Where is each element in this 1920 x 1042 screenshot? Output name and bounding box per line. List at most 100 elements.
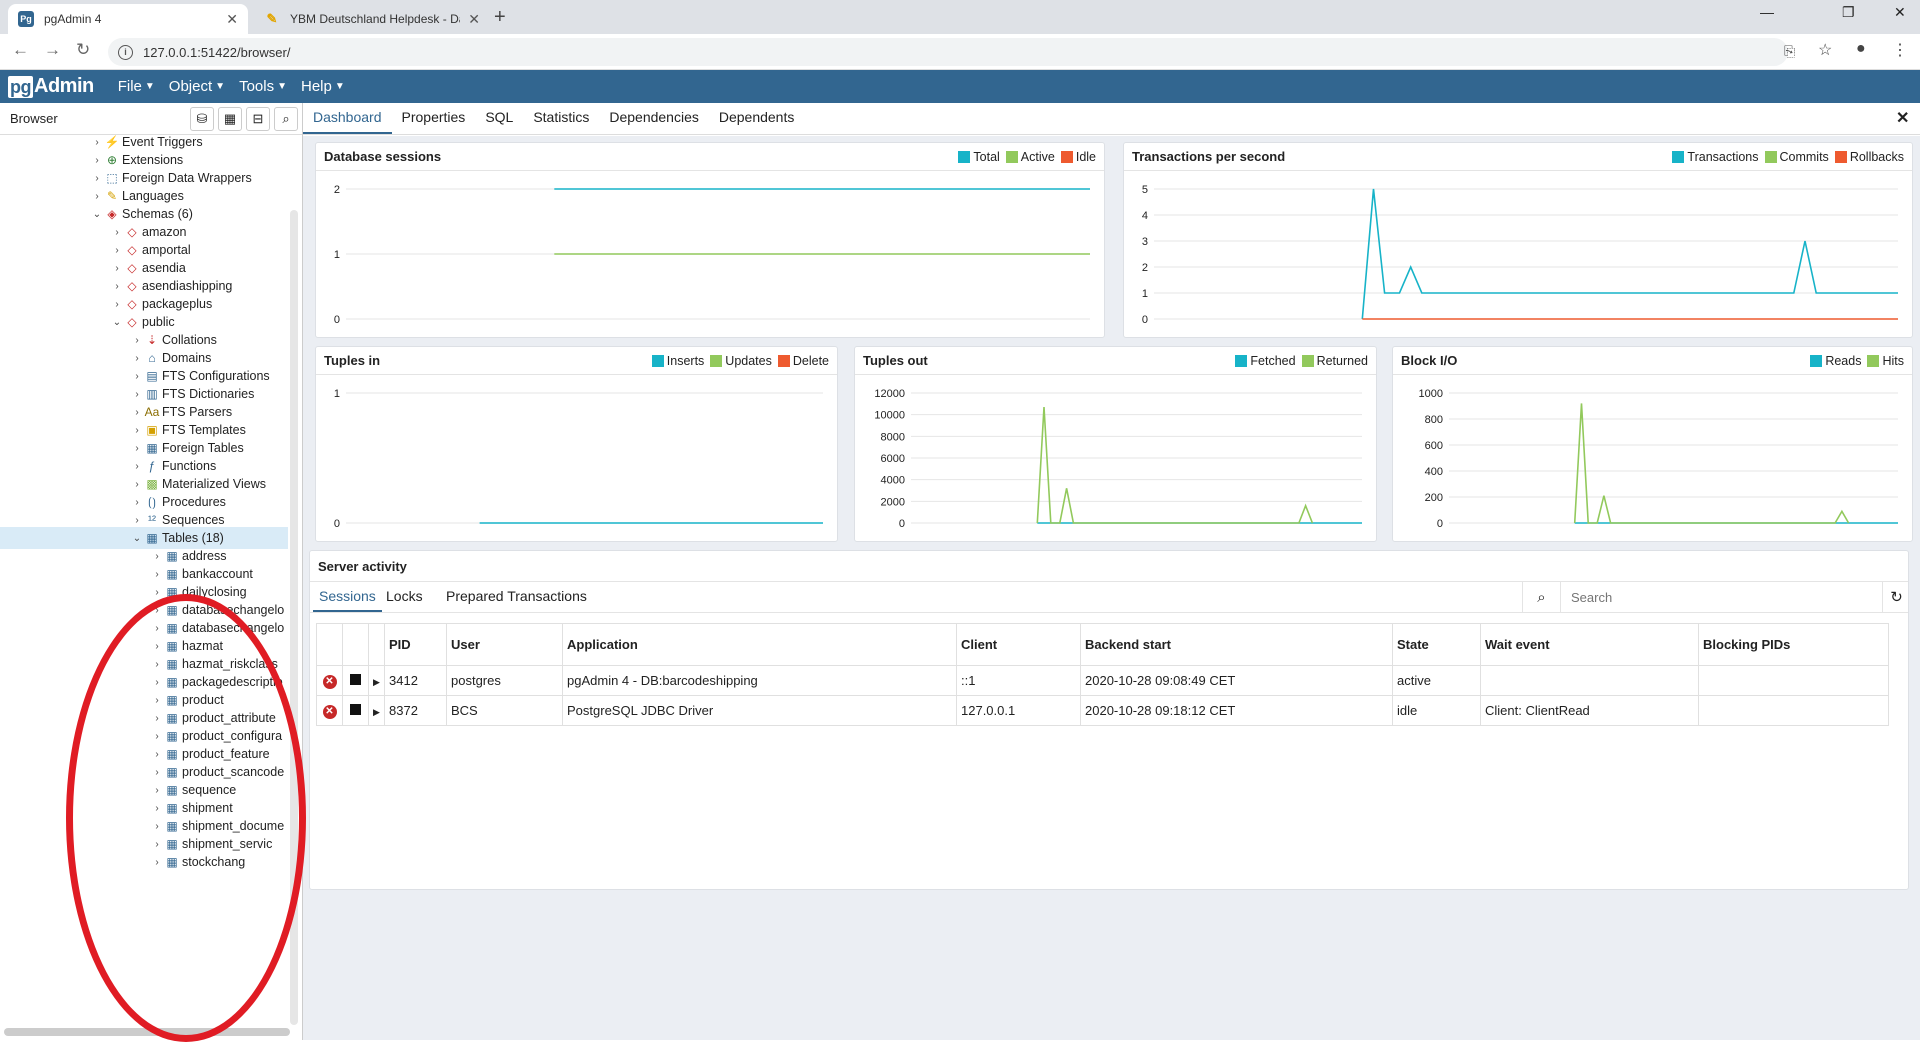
chevron-down-icon[interactable]: ⌄: [130, 533, 144, 544]
chevron-right-icon[interactable]: ›: [90, 173, 104, 184]
chevron-right-icon[interactable]: ›: [150, 551, 164, 562]
column-header[interactable]: State: [1392, 623, 1481, 666]
y-tick-label: 1: [334, 388, 340, 400]
y-tick-label: 2000: [881, 496, 905, 508]
chevron-right-icon[interactable]: ›: [150, 587, 164, 598]
cancel-query-icon[interactable]: ✕: [322, 705, 337, 719]
forward-icon[interactable]: →: [44, 40, 61, 60]
search-input[interactable]: [1571, 590, 1861, 605]
table-cell: 127.0.0.1: [956, 695, 1081, 726]
close-tab-icon[interactable]: ✕: [468, 11, 480, 28]
menu-help[interactable]: Help ▼: [301, 78, 345, 95]
chevron-down-icon: ▼: [334, 81, 345, 92]
chevron-right-icon[interactable]: ›: [130, 407, 144, 418]
cancel-query-icon[interactable]: ✕: [322, 675, 337, 689]
chevron-right-icon[interactable]: ›: [130, 371, 144, 382]
y-tick-label: 8000: [881, 431, 905, 443]
expand-row-icon[interactable]: ▶: [373, 707, 380, 717]
chevron-right-icon[interactable]: ›: [110, 299, 124, 310]
chevron-right-icon[interactable]: ›: [130, 335, 144, 346]
chevron-right-icon[interactable]: ›: [110, 263, 124, 274]
menu-file[interactable]: File ▼: [118, 78, 155, 95]
star-icon[interactable]: ☆: [1818, 40, 1832, 60]
chevron-right-icon[interactable]: ›: [130, 461, 144, 472]
filtered-rows-icon[interactable]: ⊟: [246, 106, 270, 131]
tree-node[interactable]: ⌄ ▦ Tables (18): [0, 527, 288, 549]
chevron-right-icon[interactable]: ›: [130, 515, 144, 526]
chevron-right-icon[interactable]: ›: [90, 155, 104, 166]
new-tab-icon[interactable]: +: [494, 6, 506, 29]
tab-statistics[interactable]: Statistics: [523, 109, 599, 134]
refresh-icon[interactable]: ↻: [1882, 582, 1910, 613]
column-header[interactable]: Application: [562, 623, 957, 666]
chevron-right-icon[interactable]: ›: [110, 245, 124, 256]
chevron-right-icon[interactable]: ›: [130, 479, 144, 490]
chevron-down-icon[interactable]: ⌄: [90, 209, 104, 220]
menu-tools[interactable]: Tools ▼: [239, 78, 287, 95]
restore-icon[interactable]: ❐: [1842, 4, 1855, 21]
search-objects-icon[interactable]: ⌕: [274, 106, 298, 131]
chevron-right-icon[interactable]: ›: [110, 227, 124, 238]
tab-dependencies[interactable]: Dependencies: [599, 109, 709, 134]
close-panel-icon[interactable]: ✕: [1896, 108, 1909, 128]
tab-dependents[interactable]: Dependents: [709, 109, 805, 134]
chevron-right-icon[interactable]: ›: [90, 137, 104, 148]
minimize-icon[interactable]: —: [1760, 4, 1774, 20]
chevron-down-icon[interactable]: ⌄: [110, 317, 124, 328]
close-tab-icon[interactable]: ✕: [226, 11, 238, 28]
menu-object[interactable]: Object ▼: [169, 78, 225, 95]
view-data-icon[interactable]: ▦: [218, 106, 242, 131]
y-tick-label: 1: [334, 249, 340, 261]
chevron-right-icon[interactable]: ›: [90, 191, 104, 202]
menu-icon[interactable]: ⋮: [1892, 40, 1908, 60]
expand-row-icon[interactable]: ▶: [373, 677, 380, 687]
legend-swatch: [1672, 150, 1685, 163]
menu-label: Object: [168, 78, 213, 95]
close-window-icon[interactable]: ✕: [1894, 4, 1906, 21]
column-header[interactable]: Client: [956, 623, 1081, 666]
tab-locks[interactable]: Locks: [386, 588, 423, 610]
translate-icon[interactable]: ⎘: [1784, 43, 1795, 60]
column-header[interactable]: Blocking PIDs: [1698, 623, 1889, 666]
terminate-session-icon[interactable]: [350, 704, 361, 715]
y-tick-label: 200: [1425, 492, 1443, 504]
chevron-right-icon[interactable]: ›: [130, 389, 144, 400]
search-icon: ⌕: [1523, 582, 1561, 613]
tab-dashboard[interactable]: Dashboard: [303, 109, 392, 134]
legend-item: Delete: [777, 354, 829, 368]
reload-icon[interactable]: ↻: [76, 40, 90, 60]
table-header-row: PID User Application Client Backend start Sta…: [316, 623, 1889, 666]
back-icon[interactable]: ←: [12, 40, 29, 60]
query-tool-icon[interactable]: ⛁: [190, 106, 214, 131]
schema-icon: ◇: [127, 315, 137, 329]
column-header[interactable]: User: [446, 623, 563, 666]
tab-sql[interactable]: SQL: [475, 109, 523, 134]
chevron-right-icon[interactable]: ›: [130, 443, 144, 454]
y-tick-label: 0: [899, 518, 905, 530]
column-header[interactable]: Wait event: [1480, 623, 1699, 666]
chevron-right-icon[interactable]: ›: [130, 353, 144, 364]
browser-tab-bar: Pg pgAdmin 4 ✕ ✎ YBM Deutschland Helpdes…: [0, 0, 1920, 34]
tree-node-label: bankaccount: [182, 567, 253, 581]
chevron-right-icon[interactable]: ›: [150, 569, 164, 580]
url-bar[interactable]: i 127.0.0.1:51422/browser/ ⎘: [108, 38, 1795, 66]
info-icon[interactable]: i: [118, 44, 133, 60]
column-header[interactable]: PID: [384, 623, 447, 666]
browser-tab-helpdesk[interactable]: ✎ YBM Deutschland Helpdesk - Da ✕: [254, 4, 490, 34]
tree-node-label: Materialized Views: [162, 477, 266, 491]
profile-icon[interactable]: ●: [1856, 40, 1866, 58]
table-cell: PostgreSQL JDBC Driver: [562, 695, 957, 726]
terminate-session-icon[interactable]: [350, 674, 361, 685]
legend-item: Commits: [1764, 150, 1829, 164]
chart-plot: 12000 10000 8000 6000 4000 2000 0: [874, 388, 1362, 530]
chevron-right-icon[interactable]: ›: [130, 425, 144, 436]
expand-cell: ▶: [368, 695, 385, 726]
chevron-right-icon[interactable]: ›: [110, 281, 124, 292]
tab-prepared-transactions[interactable]: Prepared Transactions: [446, 588, 587, 610]
tab-properties[interactable]: Properties: [392, 109, 476, 134]
tab-sessions[interactable]: Sessions: [313, 588, 382, 612]
chevron-right-icon[interactable]: ›: [130, 497, 144, 508]
column-header[interactable]: Backend start: [1080, 623, 1393, 666]
table-icon: ▦: [146, 531, 158, 545]
browser-tab-pgadmin[interactable]: Pg pgAdmin 4 ✕: [8, 4, 248, 34]
